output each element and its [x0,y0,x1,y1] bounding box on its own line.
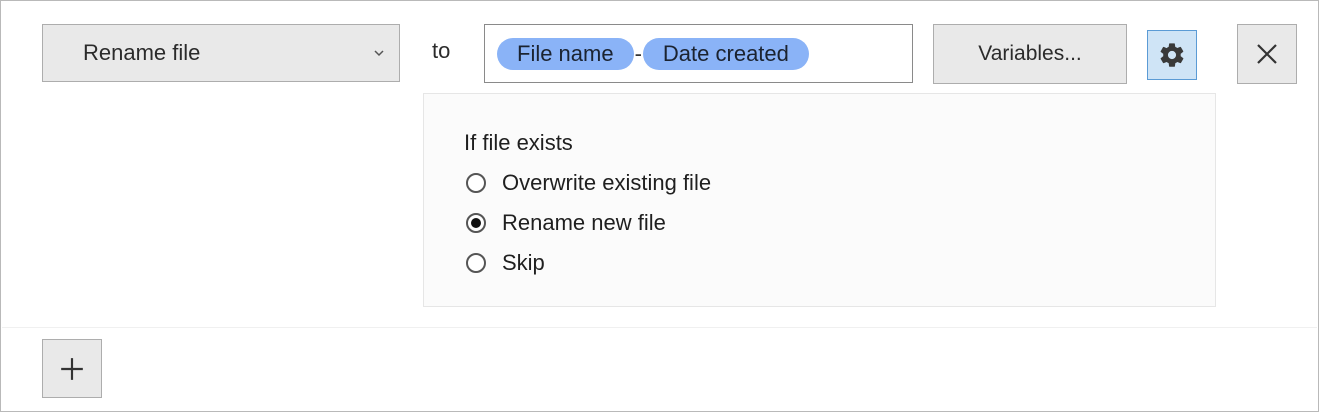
token-separator: - [634,40,642,66]
if-file-exists-panel: If file exists Overwrite existing file R… [423,93,1216,307]
option-rename-new-label: Rename new file [502,210,666,235]
add-action-button[interactable] [42,339,102,398]
gear-icon [1160,43,1184,67]
action-dropdown-value: Rename file [83,40,201,65]
action-dropdown[interactable]: Rename file [42,24,400,82]
token-date-created[interactable]: Date created [642,37,809,70]
if-file-exists-title: If file exists [464,130,573,155]
to-label: to [432,38,451,63]
close-icon [1257,44,1277,64]
option-rename-new[interactable]: Rename new file [466,210,666,236]
token-file-name[interactable]: File name [497,37,634,70]
rename-pattern-field[interactable]: File name - Date created [484,24,913,83]
option-overwrite-label: Overwrite existing file [502,170,712,195]
option-skip-label: Skip [502,250,545,275]
plus-icon [61,357,83,380]
radio-overwrite[interactable] [466,173,486,193]
option-skip[interactable]: Skip [466,250,545,276]
option-overwrite[interactable]: Overwrite existing file [466,170,711,196]
variables-button-label: Variables... [978,42,1082,65]
variables-button[interactable]: Variables... [933,24,1127,84]
chevron-down-icon [374,50,384,57]
remove-action-button[interactable] [1237,24,1297,84]
radio-skip[interactable] [466,253,486,273]
settings-button[interactable] [1147,30,1197,80]
footer-area [2,328,1317,410]
radio-rename-new[interactable] [466,213,486,233]
